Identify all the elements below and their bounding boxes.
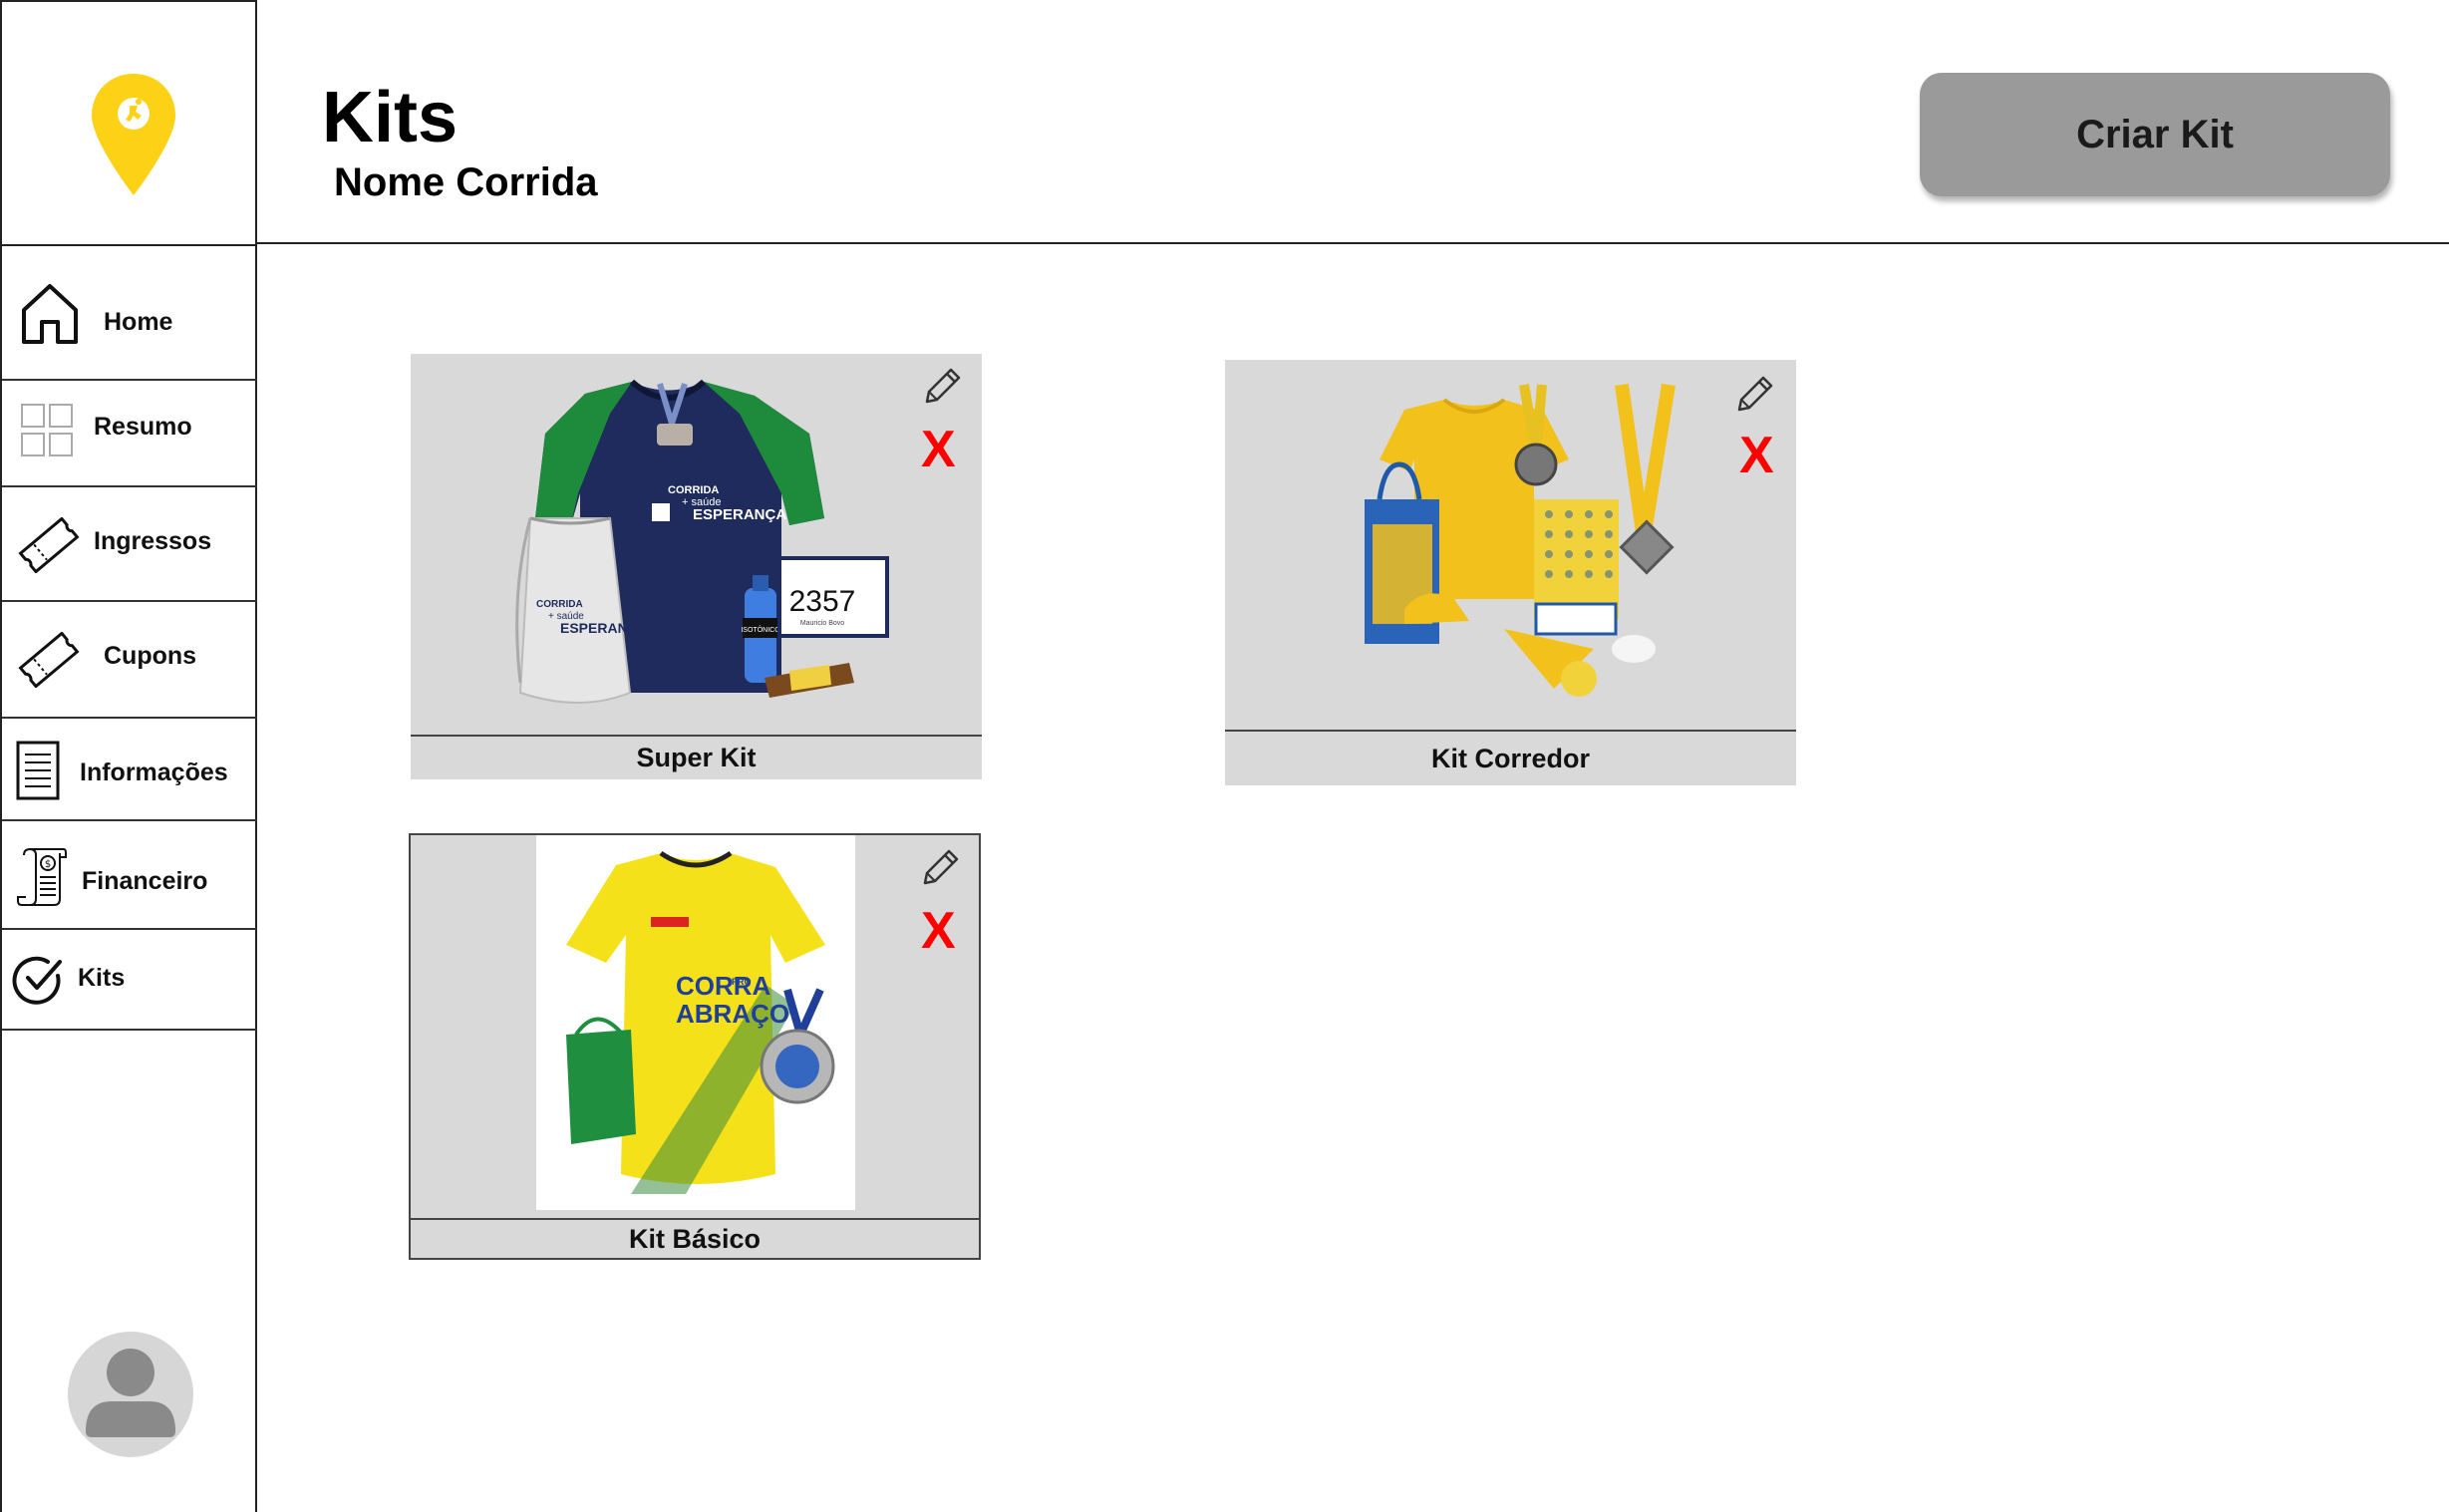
location-pin-logo-icon xyxy=(92,74,175,195)
bottle-label-text: ISOTÔNICO xyxy=(741,625,780,634)
document-icon xyxy=(16,741,60,800)
sidebar-item-label: Home xyxy=(104,308,173,336)
sidebar-item-resumo[interactable]: Resumo xyxy=(2,381,257,487)
sidebar-item-ingressos[interactable]: Ingressos xyxy=(2,487,257,602)
super-kit-photo: CORRIDA + saúde ESPERANÇA CORRIDA + saúd… xyxy=(515,379,889,704)
svg-text:$: $ xyxy=(45,859,51,870)
kit-card[interactable]: CORRA PRO ABRAÇO X Kit Básico xyxy=(409,833,981,1260)
kit-name: Kit Básico xyxy=(411,1218,979,1258)
sidebar-item-cupons[interactable]: Cupons xyxy=(2,602,257,719)
bag-brand-text: ESPERANÇA xyxy=(560,620,648,636)
sidebar-item-label: Informações xyxy=(80,758,228,786)
sidebar-item-informacoes[interactable]: Informações xyxy=(2,719,257,821)
shirt-print-text: PRO xyxy=(732,977,752,987)
user-icon xyxy=(86,1349,175,1437)
delete-icon[interactable]: X xyxy=(921,424,956,475)
edit-icon[interactable] xyxy=(919,845,963,889)
sidebar-item-label: Ingressos xyxy=(94,527,212,555)
kit-card[interactable]: X Kit Corredor xyxy=(1225,360,1796,785)
delete-icon[interactable]: X xyxy=(921,905,956,957)
logo-area xyxy=(2,2,257,246)
kit-basico-photo: CORRA PRO ABRAÇO xyxy=(566,850,835,1194)
sidebar-item-home[interactable]: Home xyxy=(2,246,257,381)
ticket-icon xyxy=(18,517,80,573)
sidebar-item-label: Cupons xyxy=(104,642,197,670)
sidebar-item-label: Kits xyxy=(78,964,126,992)
home-icon xyxy=(22,284,78,344)
kit-corredor-photo xyxy=(1365,383,1676,697)
bib-name-text: Mauricio Bovo xyxy=(800,620,844,627)
kit-image: CORRIDA + saúde ESPERANÇA CORRIDA + saúd… xyxy=(411,354,982,735)
page-title: Kits xyxy=(322,78,459,157)
kit-card[interactable]: CORRIDA + saúde ESPERANÇA CORRIDA + saúd… xyxy=(411,354,982,779)
bag-brand-text: CORRIDA xyxy=(536,599,583,610)
receipt-icon: $ xyxy=(17,848,67,906)
grid-icon xyxy=(21,404,73,456)
sidebar: Home Resumo Ingressos Cupons Informações… xyxy=(0,0,257,1512)
kit-name: Kit Corredor xyxy=(1225,730,1796,785)
edit-icon[interactable] xyxy=(1733,372,1777,416)
edit-icon[interactable] xyxy=(921,364,965,408)
sidebar-item-kits[interactable]: Kits xyxy=(2,930,257,1031)
sidebar-item-label: Resumo xyxy=(94,413,192,441)
coupon-icon xyxy=(18,632,80,688)
check-circle-icon xyxy=(12,956,62,1005)
avatar[interactable] xyxy=(68,1332,193,1457)
kit-image: CORRA PRO ABRAÇO xyxy=(536,835,855,1210)
shirt-print-text: CORRA xyxy=(676,971,771,1001)
shirt-brand-text: ESPERANÇA xyxy=(693,506,786,523)
bib-number-text: 2357 xyxy=(789,585,856,618)
delete-icon[interactable]: X xyxy=(1739,430,1774,481)
sidebar-item-financeiro[interactable]: $ Financeiro xyxy=(2,821,257,930)
page-subtitle: Nome Corrida xyxy=(334,160,598,204)
shirt-brand-text: CORRIDA xyxy=(668,484,719,496)
shirt-print-text: ABRAÇO xyxy=(676,999,789,1029)
sidebar-item-label: Financeiro xyxy=(82,867,208,895)
kit-image xyxy=(1225,360,1796,729)
create-kit-button[interactable]: Criar Kit xyxy=(1920,73,2390,196)
page-header: Kits Nome Corrida Criar Kit xyxy=(257,0,2449,244)
kit-name: Super Kit xyxy=(411,735,982,779)
